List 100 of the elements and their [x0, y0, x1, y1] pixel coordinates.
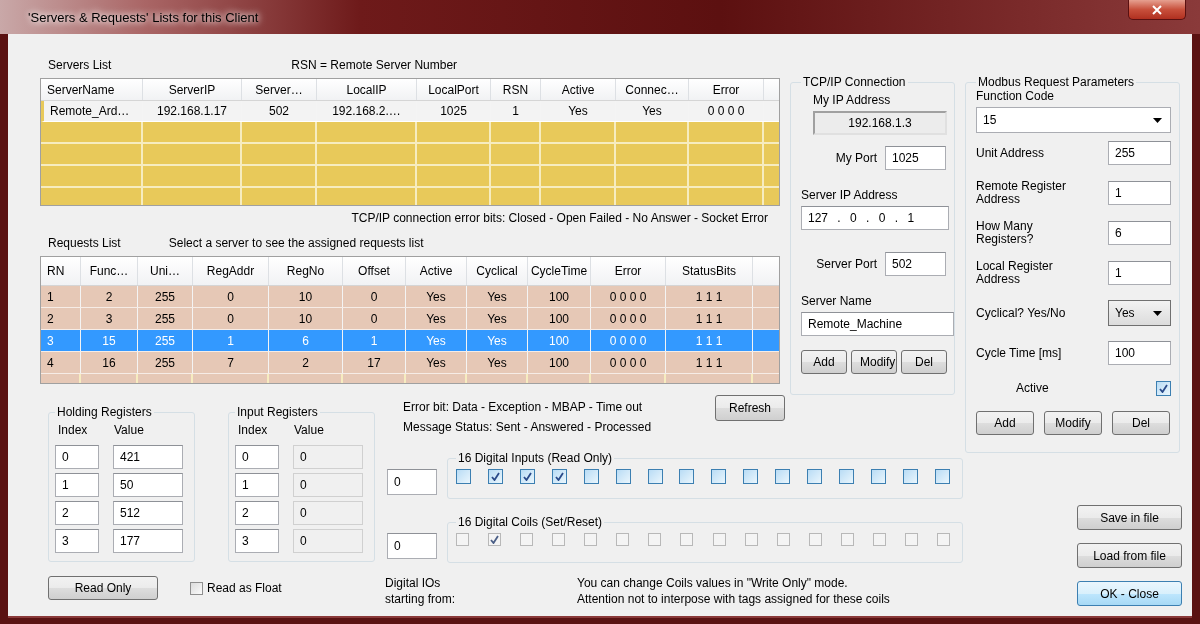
start-field[interactable]: 0: [387, 469, 437, 495]
checkbox[interactable]: [190, 581, 203, 595]
table-cell: 255: [138, 352, 193, 373]
column-header[interactable]: ServerIP: [143, 79, 242, 100]
action-button[interactable]: Del: [901, 350, 947, 374]
table-cell: 0 0 0 0: [591, 330, 666, 351]
table-row[interactable]: 1 2 255 0 10 0 Yes Yes 100 0 0 0 0 1 1 1: [41, 286, 779, 308]
table-cell: 1 1 1: [666, 330, 753, 351]
column-header[interactable]: StatusBits: [666, 257, 753, 285]
column-header[interactable]: RegNo: [269, 257, 343, 285]
table-cell: 100: [528, 330, 591, 351]
column-header[interactable]: Server…: [242, 79, 317, 100]
column-header[interactable]: Func…: [81, 257, 138, 285]
column-header[interactable]: Connec…: [616, 79, 689, 100]
read-only-button[interactable]: Read Only: [48, 576, 158, 600]
function-code-dropdown[interactable]: 15: [976, 107, 1171, 133]
column-label: Value: [294, 423, 324, 437]
table-cell: 0: [343, 308, 406, 329]
field-label: Cyclical? Yes/No: [976, 306, 1067, 320]
port-field[interactable]: 1025: [885, 146, 946, 170]
column-header[interactable]: Active: [541, 79, 616, 100]
value-field[interactable]: 50: [113, 473, 183, 497]
table-cell: Yes: [406, 352, 467, 373]
index-field[interactable]: 1: [55, 473, 99, 497]
field-label: My IP Address: [812, 93, 892, 107]
table-cell: 0: [193, 286, 269, 307]
table-cell: Yes: [406, 308, 467, 329]
action-button[interactable]: Add: [976, 411, 1034, 435]
checkbox[interactable]: [871, 469, 886, 484]
port-field[interactable]: 502: [885, 252, 946, 276]
column-header[interactable]: Uni…: [138, 257, 193, 285]
table-row[interactable]: 2 3 255 0 10 0 Yes Yes 100 0 0 0 0 1 1 1: [41, 308, 779, 330]
column-header[interactable]: LocalPort: [417, 79, 491, 100]
column-header[interactable]: RN: [41, 257, 81, 285]
window-title: 'Servers & Requests' Lists for this Client: [28, 9, 259, 25]
checkbox[interactable]: [551, 469, 567, 484]
value-field[interactable]: 177: [113, 529, 183, 553]
column-header[interactable]: Offset: [343, 257, 406, 285]
action-button[interactable]: Add: [801, 350, 847, 374]
input-field[interactable]: 1: [1108, 261, 1171, 285]
input-field[interactable]: 100: [1108, 341, 1171, 365]
dropdown[interactable]: Yes: [1108, 300, 1171, 326]
help-text: TCP/IP connection error bits: Closed - Open Failed - No Answer - Socket Error: [350, 210, 769, 227]
column-header[interactable]: Error: [591, 257, 666, 285]
table-cell: 7: [193, 352, 269, 373]
table-row[interactable]: Remote_Ard… 192.168.1.17 502 192.168.2.… 1025 1 Yes Yes 0 0 0 0: [41, 101, 779, 122]
checkbox[interactable]: [1156, 380, 1171, 396]
section-label: Servers List: [48, 58, 112, 72]
checkbox[interactable]: [487, 469, 503, 484]
checkbox[interactable]: [583, 469, 599, 484]
value-field[interactable]: 421: [113, 445, 183, 469]
column-header[interactable]: LocalIP: [317, 79, 417, 100]
checkbox[interactable]: [807, 469, 823, 484]
checkbox[interactable]: [902, 469, 918, 484]
index-field[interactable]: 0: [55, 445, 99, 469]
column-header[interactable]: RSN: [491, 79, 541, 100]
field-label: Server Name: [801, 294, 873, 308]
index-field[interactable]: 3: [55, 529, 99, 553]
input-field[interactable]: 1: [1108, 181, 1171, 205]
input-field[interactable]: 6: [1108, 221, 1171, 245]
action-button[interactable]: Save in file: [1077, 505, 1182, 530]
column-header[interactable]: RegAddr: [193, 257, 269, 285]
ip-address-field[interactable]: 127 . 0 . 0 . 1: [801, 206, 949, 230]
index-field[interactable]: 2: [55, 501, 99, 525]
table-cell: 0 0 0 0: [591, 352, 666, 373]
close-button[interactable]: [1128, 0, 1186, 20]
column-header[interactable]: ServerName: [41, 79, 143, 100]
column-header[interactable]: Active: [406, 257, 467, 285]
column-header[interactable]: Error: [689, 79, 764, 100]
checkbox[interactable]: [519, 469, 535, 484]
checkbox[interactable]: [456, 469, 471, 484]
checkbox[interactable]: [743, 469, 759, 484]
action-button[interactable]: Load from file: [1077, 543, 1182, 568]
action-button[interactable]: Del: [1112, 411, 1170, 435]
action-button[interactable]: Modify: [851, 350, 897, 374]
column-header[interactable]: CycleTime: [528, 257, 591, 285]
checkbox[interactable]: [711, 469, 727, 484]
checkbox[interactable]: [615, 469, 631, 484]
field-label: How Many Registers?: [976, 220, 1035, 246]
checkbox[interactable]: [775, 469, 791, 484]
value-field[interactable]: 512: [113, 501, 183, 525]
field-label: starting from:: [385, 591, 457, 607]
checkbox[interactable]: [647, 469, 663, 484]
field-label: Server Port: [816, 257, 877, 271]
column-header[interactable]: Cyclical: [467, 257, 528, 285]
action-button[interactable]: OK - Close: [1077, 581, 1182, 606]
checkbox[interactable]: [679, 469, 695, 484]
dropdown-value: 15: [983, 113, 997, 127]
refresh-button[interactable]: Refresh: [715, 395, 785, 421]
value-field: 0: [293, 501, 363, 525]
input-field[interactable]: 255: [1108, 141, 1171, 165]
action-button[interactable]: Modify: [1044, 411, 1102, 435]
group-title: 16 Digital Coils (Set/Reset): [457, 515, 604, 529]
checkbox[interactable]: [839, 469, 855, 484]
table-cell: 17: [343, 352, 406, 373]
table-row[interactable]: 4 16 255 7 2 17 Yes Yes 100 0 0 0 0 1 1 1: [41, 352, 779, 374]
help-text: Error bit: Data - Exception - MBAP - Time out: [403, 399, 644, 416]
group-title: 16 Digital Inputs (Read Only): [457, 451, 614, 465]
checkbox[interactable]: [934, 469, 950, 484]
name-field[interactable]: Remote_Machine: [801, 312, 954, 336]
